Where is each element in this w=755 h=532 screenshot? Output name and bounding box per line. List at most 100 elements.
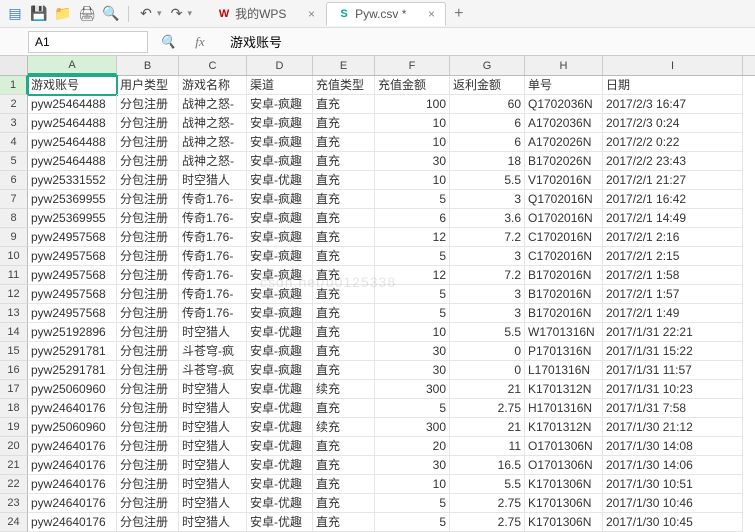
cell[interactable]: C1702016N xyxy=(525,247,603,266)
cell[interactable]: 安卓-优趣 xyxy=(247,513,313,532)
cell[interactable]: 2017/2/1 14:49 xyxy=(603,209,743,228)
cell[interactable]: 续充 xyxy=(313,380,375,399)
row-header[interactable]: 12 xyxy=(0,285,28,304)
cell[interactable]: 300 xyxy=(375,418,450,437)
cell[interactable]: 安卓-疯趣 xyxy=(247,228,313,247)
cell[interactable]: 安卓-疯趣 xyxy=(247,285,313,304)
cell[interactable]: pyw25060960 xyxy=(28,380,117,399)
cell[interactable]: 直充 xyxy=(313,95,375,114)
fx-button[interactable]: fx xyxy=(188,30,212,54)
cell[interactable]: 安卓-优趣 xyxy=(247,475,313,494)
cell[interactable]: 安卓-疯趣 xyxy=(247,190,313,209)
cell[interactable]: 时空猎人 xyxy=(179,513,247,532)
cell[interactable]: pyw25464488 xyxy=(28,114,117,133)
undo-icon[interactable]: ↶ xyxy=(137,5,155,23)
cell[interactable]: 16.5 xyxy=(450,456,525,475)
col-header-I[interactable]: I xyxy=(603,56,743,75)
cell[interactable]: 游戏名称 xyxy=(179,76,247,95)
cell[interactable]: pyw25291781 xyxy=(28,361,117,380)
cell[interactable]: 60 xyxy=(450,95,525,114)
cell[interactable]: 直充 xyxy=(313,228,375,247)
cell[interactable]: 分包注册 xyxy=(117,247,179,266)
cell[interactable]: K1701306N xyxy=(525,494,603,513)
search-icon[interactable]: 🔍 xyxy=(156,30,180,54)
cell[interactable]: 12 xyxy=(375,228,450,247)
row-header[interactable]: 22 xyxy=(0,475,28,494)
cell[interactable]: B1702026N xyxy=(525,152,603,171)
cell[interactable]: H1701316N xyxy=(525,399,603,418)
cell[interactable]: 分包注册 xyxy=(117,152,179,171)
cell[interactable]: 安卓-优趣 xyxy=(247,494,313,513)
cell[interactable]: 安卓-优趣 xyxy=(247,456,313,475)
cell[interactable]: pyw24640176 xyxy=(28,399,117,418)
cell[interactable]: 5 xyxy=(375,399,450,418)
cell[interactable]: 直充 xyxy=(313,266,375,285)
cell[interactable]: 安卓-优趣 xyxy=(247,437,313,456)
cell[interactable]: pyw24957568 xyxy=(28,266,117,285)
cell[interactable]: 3 xyxy=(450,190,525,209)
cell[interactable]: pyw25369955 xyxy=(28,190,117,209)
cell[interactable]: 30 xyxy=(375,456,450,475)
cell[interactable]: 2017/1/31 22:21 xyxy=(603,323,743,342)
cell[interactable]: 2017/1/30 21:12 xyxy=(603,418,743,437)
cell[interactable]: 直充 xyxy=(313,152,375,171)
row-header[interactable]: 3 xyxy=(0,114,28,133)
cell[interactable]: B1702016N xyxy=(525,285,603,304)
cell[interactable]: 战神之怒- xyxy=(179,133,247,152)
cell[interactable]: 2017/2/1 2:16 xyxy=(603,228,743,247)
cell[interactable]: K1701306N xyxy=(525,475,603,494)
cell[interactable]: pyw24957568 xyxy=(28,285,117,304)
cell[interactable]: 分包注册 xyxy=(117,418,179,437)
cell[interactable]: 2017/1/30 14:06 xyxy=(603,456,743,475)
cell[interactable]: 传奇1.76- xyxy=(179,190,247,209)
cell[interactable]: 直充 xyxy=(313,513,375,532)
cell[interactable]: 21 xyxy=(450,418,525,437)
row-header[interactable]: 18 xyxy=(0,399,28,418)
cell[interactable]: 分包注册 xyxy=(117,323,179,342)
col-header-G[interactable]: G xyxy=(450,56,525,75)
cell[interactable]: 2017/2/2 0:22 xyxy=(603,133,743,152)
cell[interactable]: 分包注册 xyxy=(117,475,179,494)
cell[interactable]: W1701316N xyxy=(525,323,603,342)
cell[interactable]: 时空猎人 xyxy=(179,437,247,456)
cell[interactable]: 300 xyxy=(375,380,450,399)
cell[interactable]: 2017/2/1 21:27 xyxy=(603,171,743,190)
cell[interactable]: 3 xyxy=(450,247,525,266)
row-header[interactable]: 20 xyxy=(0,437,28,456)
cell[interactable]: 直充 xyxy=(313,190,375,209)
cell[interactable]: 分包注册 xyxy=(117,380,179,399)
cell[interactable]: O1702016N xyxy=(525,209,603,228)
cell[interactable]: pyw25464488 xyxy=(28,133,117,152)
select-all-corner[interactable] xyxy=(0,56,28,75)
cell[interactable]: 2.75 xyxy=(450,494,525,513)
col-header-C[interactable]: C xyxy=(179,56,247,75)
cell[interactable]: pyw24640176 xyxy=(28,494,117,513)
cell[interactable]: 30 xyxy=(375,342,450,361)
formula-input[interactable] xyxy=(222,31,755,52)
row-header[interactable]: 4 xyxy=(0,133,28,152)
save-icon[interactable]: 💾 xyxy=(30,5,48,23)
cell[interactable]: 时空猎人 xyxy=(179,456,247,475)
cell[interactable]: 游戏账号 xyxy=(28,76,117,95)
cell[interactable]: 直充 xyxy=(313,494,375,513)
cell[interactable]: 5 xyxy=(375,247,450,266)
cell[interactable]: 时空猎人 xyxy=(179,399,247,418)
cell[interactable]: B1702016N xyxy=(525,304,603,323)
cell[interactable]: 分包注册 xyxy=(117,266,179,285)
cell[interactable]: 5 xyxy=(375,304,450,323)
print-icon[interactable]: 🖨 xyxy=(78,5,96,23)
cell[interactable]: 分包注册 xyxy=(117,399,179,418)
cell[interactable]: K1701312N xyxy=(525,418,603,437)
cell[interactable]: 直充 xyxy=(313,209,375,228)
col-header-E[interactable]: E xyxy=(313,56,375,75)
cell[interactable]: 直充 xyxy=(313,285,375,304)
cell[interactable]: 直充 xyxy=(313,171,375,190)
cell[interactable]: 2.75 xyxy=(450,399,525,418)
cell[interactable]: 2017/1/31 11:57 xyxy=(603,361,743,380)
cell[interactable]: 传奇1.76- xyxy=(179,304,247,323)
cell[interactable]: 5.5 xyxy=(450,475,525,494)
cell[interactable]: 传奇1.76- xyxy=(179,209,247,228)
cell[interactable]: 安卓-疯趣 xyxy=(247,209,313,228)
undo-caret-icon[interactable]: ▾ xyxy=(157,8,162,19)
cell[interactable]: 分包注册 xyxy=(117,361,179,380)
